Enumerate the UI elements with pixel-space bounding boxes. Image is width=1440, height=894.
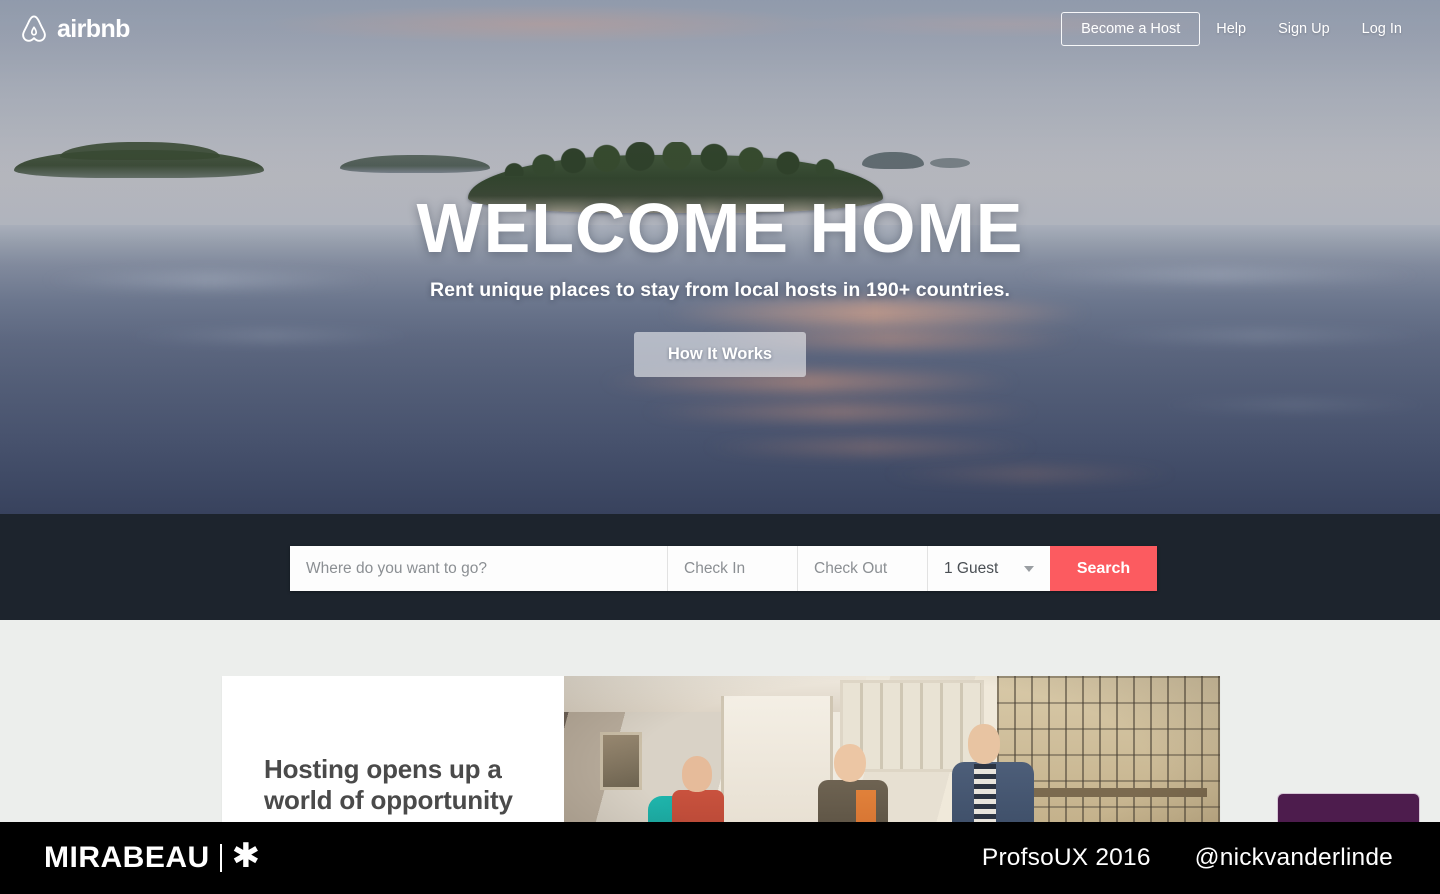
hero-title: WELCOME HOME bbox=[416, 189, 1024, 267]
search-bar: Where do you want to go? Check In Check … bbox=[290, 546, 1157, 591]
nav-links: Become a Host Help Sign Up Log In bbox=[1061, 12, 1418, 46]
footer-meta: ProfsoUX 2016 @nickvanderlinde bbox=[982, 844, 1393, 872]
hero-subtitle: Rent unique places to stay from local ho… bbox=[430, 278, 1010, 301]
checkout-input[interactable]: Check Out bbox=[798, 546, 928, 591]
become-a-host-button[interactable]: Become a Host bbox=[1061, 12, 1201, 46]
hero-content: WELCOME HOME Rent unique places to stay … bbox=[0, 192, 1440, 377]
search-band: Where do you want to go? Check In Check … bbox=[0, 514, 1440, 620]
mirabeau-wordmark: MIRABEAU bbox=[44, 841, 210, 874]
footer-handle: @nickvanderlinde bbox=[1194, 844, 1393, 871]
promo-heading-line1: Hosting opens up a bbox=[264, 754, 502, 784]
page-root: airbnb Become a Host Help Sign Up Log In… bbox=[0, 0, 1440, 894]
guests-select[interactable]: 1 Guest bbox=[928, 546, 1050, 591]
destination-input[interactable]: Where do you want to go? bbox=[290, 546, 668, 591]
airbnb-belo-icon bbox=[20, 14, 48, 44]
divider bbox=[219, 844, 222, 872]
nav-help-link[interactable]: Help bbox=[1200, 13, 1262, 45]
how-it-works-button[interactable]: How It Works bbox=[633, 331, 807, 377]
guests-value: 1 Guest bbox=[944, 559, 999, 577]
checkin-input[interactable]: Check In bbox=[668, 546, 798, 591]
chevron-down-icon bbox=[1024, 565, 1034, 572]
airbnb-logo[interactable]: airbnb bbox=[20, 14, 130, 44]
mirabeau-logo: MIRABEAU ✱ bbox=[44, 839, 260, 874]
airbnb-wordmark: airbnb bbox=[57, 14, 130, 43]
footer-event: ProfsoUX 2016 bbox=[981, 844, 1151, 871]
presentation-footer: MIRABEAU ✱ ProfsoUX 2016 @nickvanderlind… bbox=[0, 822, 1440, 894]
asterisk-icon: ✱ bbox=[231, 837, 261, 875]
search-button[interactable]: Search bbox=[1050, 546, 1157, 591]
nav-login-link[interactable]: Log In bbox=[1346, 13, 1418, 45]
promo-heading-line2: world of opportunity bbox=[264, 784, 513, 815]
nav-signup-link[interactable]: Sign Up bbox=[1262, 13, 1346, 45]
top-navigation: airbnb Become a Host Help Sign Up Log In bbox=[0, 0, 1440, 58]
